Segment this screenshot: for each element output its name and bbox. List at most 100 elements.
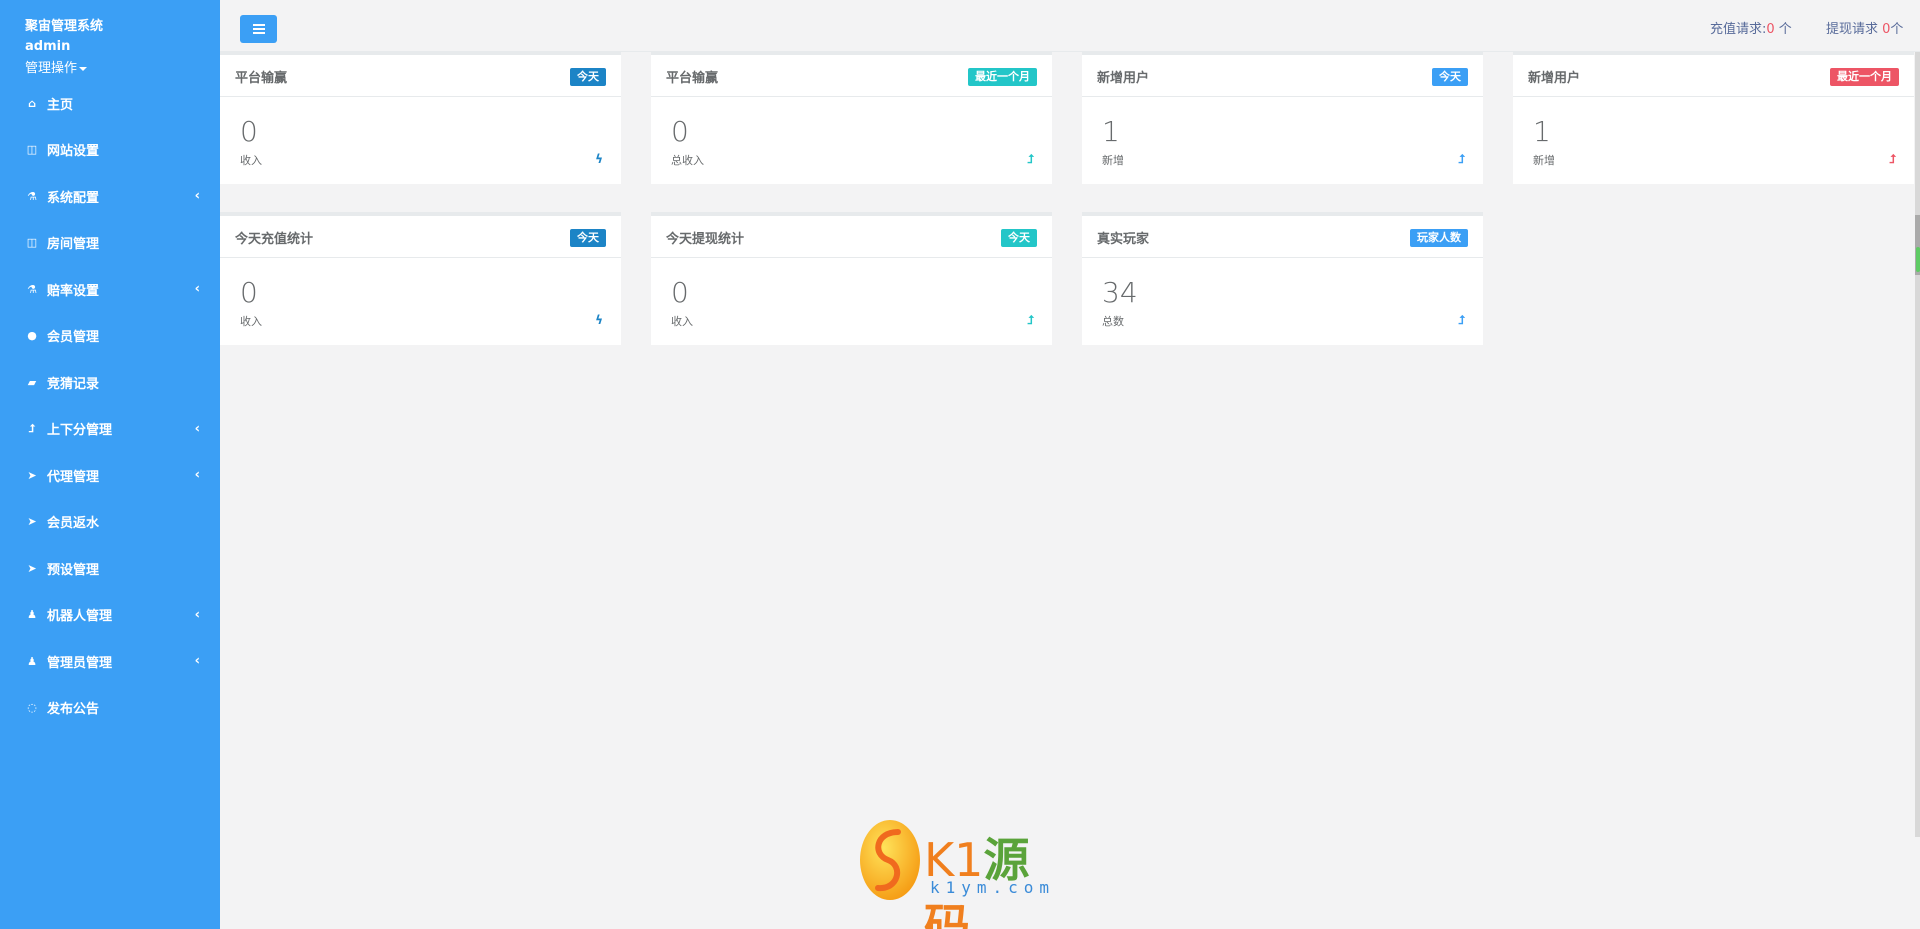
sidebar-item-label: 上下分管理 xyxy=(47,423,113,439)
card-title: 今天充值统计 xyxy=(235,232,314,247)
level-up-icon: ⮥ xyxy=(1457,152,1465,166)
card-badge: 最近一个月 xyxy=(1830,68,1899,86)
card-subtitle: 收入 xyxy=(240,154,262,167)
user-ops-label: 管理操作 xyxy=(25,61,78,76)
card-header: 平台输赢 最近一个月 xyxy=(651,55,1052,97)
card-header: 新增用户 最近一个月 xyxy=(1513,55,1914,97)
sidebar-item-6[interactable]: ● 会员管理 xyxy=(0,313,220,360)
card-value: 0 xyxy=(240,276,258,309)
card-subtitle: 总数 xyxy=(1102,315,1124,328)
chevron-left-icon: ‹ xyxy=(194,421,200,437)
sidebar-item-11[interactable]: ➤ 预设管理 xyxy=(0,545,220,592)
level-up-icon: ⮥ xyxy=(1026,152,1034,166)
withdraw-label: 提现请求 xyxy=(1826,22,1883,37)
watermark-logo: K1源码 k1ym.com xyxy=(858,818,1068,929)
sidebar-item-label: 发布公告 xyxy=(47,702,100,718)
sidebar-item-8[interactable]: ⮥ 上下分管理 ‹ xyxy=(0,406,220,453)
card-badge: 今天 xyxy=(1432,68,1468,86)
sidebar-item-label: 管理员管理 xyxy=(47,655,113,671)
watermark-ma: 码 xyxy=(924,899,970,929)
card-title: 真实玩家 xyxy=(1097,232,1150,247)
chevron-left-icon: ‹ xyxy=(194,188,200,204)
sidebar-item-label: 房间管理 xyxy=(47,237,100,253)
scrollbar[interactable] xyxy=(1915,52,1920,837)
sidebar-item-label: 系统配置 xyxy=(47,190,100,206)
user-name: admin xyxy=(25,39,71,54)
sidebar-nav: ⌂ 主页 ◫ 网站设置 ⚗ 系统配置 ‹ ◫ 房间管理 ⚗ 赔率设置 ‹ ● 会员管理 ▰ 竞猜记录 ⮥ 上下分管… xyxy=(0,80,220,731)
sidebar-item-3[interactable]: ⚗ 系统配置 ‹ xyxy=(0,173,220,220)
home-icon: ⌂ xyxy=(28,96,36,110)
male-icon: ♟ xyxy=(27,654,37,668)
withdraw-request-link[interactable]: 提现请求 0个 xyxy=(1826,18,1903,37)
card-header: 今天充值统计 今天 xyxy=(220,216,621,258)
card-subtitle: 总收入 xyxy=(671,154,704,167)
paper-plane-icon: ➤ xyxy=(27,561,37,575)
card-value: 0 xyxy=(671,115,689,148)
level-up-icon: ⮥ xyxy=(1026,313,1034,327)
sidebar-item-label: 主页 xyxy=(47,97,74,113)
stat-card: 新增用户 最近一个月 1 新增 ⮥ xyxy=(1513,51,1914,184)
sidebar-item-label: 会员返水 xyxy=(47,516,100,532)
stat-card: 平台输赢 最近一个月 0 总收入 ⮥ xyxy=(651,51,1052,184)
columns-icon: ◫ xyxy=(26,236,38,250)
card-header: 新增用户 今天 xyxy=(1082,55,1483,97)
sidebar-item-1[interactable]: ⌂ 主页 xyxy=(0,80,220,127)
card-subtitle: 收入 xyxy=(240,315,262,328)
card-header: 真实玩家 玩家人数 xyxy=(1082,216,1483,258)
sidebar-item-label: 网站设置 xyxy=(47,144,100,160)
card-badge: 今天 xyxy=(570,229,606,247)
columns-icon: ◫ xyxy=(26,143,38,157)
card-badge: 今天 xyxy=(1001,229,1037,247)
recharge-label: 充值请求: xyxy=(1710,22,1767,37)
card-title: 新增用户 xyxy=(1528,71,1581,86)
stat-card: 今天充值统计 今天 0 收入 ϟ xyxy=(220,212,621,345)
level-up-icon: ⮥ xyxy=(1888,152,1896,166)
sidebar-item-label: 机器人管理 xyxy=(47,609,113,625)
watermark-emblem-icon xyxy=(860,820,920,900)
card-value: 1 xyxy=(1533,115,1551,148)
level-up-icon: ⮥ xyxy=(28,421,36,435)
card-value: 34 xyxy=(1102,276,1138,309)
flask-icon: ⚗ xyxy=(27,282,37,296)
sidebar-item-14[interactable]: ◌ 发布公告 xyxy=(0,685,220,732)
card-badge: 玩家人数 xyxy=(1410,229,1468,247)
top-navbar: 充值请求:0 个 提现请求 0个 xyxy=(220,0,1920,52)
card-value: 0 xyxy=(671,276,689,309)
card-value: 1 xyxy=(1102,115,1120,148)
paper-plane-icon: ➤ xyxy=(27,468,37,482)
card-subtitle: 收入 xyxy=(671,315,693,328)
menu-toggle-button[interactable] xyxy=(240,15,277,43)
card-title: 新增用户 xyxy=(1097,71,1150,86)
user-icon: ● xyxy=(27,329,37,343)
recharge-request-link[interactable]: 充值请求:0 个 xyxy=(1710,18,1792,37)
bolt-icon: ϟ xyxy=(595,152,603,166)
sidebar-item-2[interactable]: ◫ 网站设置 xyxy=(0,127,220,174)
sidebar-item-label: 赔率设置 xyxy=(47,283,100,299)
sidebar-item-13[interactable]: ♟ 管理员管理 ‹ xyxy=(0,638,220,685)
sidebar-item-label: 代理管理 xyxy=(47,469,100,485)
watermark-url: k1ym.com xyxy=(930,878,1056,897)
sidebar-item-9[interactable]: ➤ 代理管理 ‹ xyxy=(0,452,220,499)
recharge-count: 0 xyxy=(1766,22,1775,37)
chevron-left-icon: ‹ xyxy=(194,607,200,623)
sidebar-item-7[interactable]: ▰ 竞猜记录 xyxy=(0,359,220,406)
sidebar-item-12[interactable]: ♟ 机器人管理 ‹ xyxy=(0,592,220,639)
withdraw-unit: 个 xyxy=(1890,22,1904,37)
card-title: 平台输赢 xyxy=(235,71,288,86)
sidebar-item-label: 竞猜记录 xyxy=(47,376,100,392)
flask-icon: ⚗ xyxy=(27,189,37,203)
card-header: 平台输赢 今天 xyxy=(220,55,621,97)
user-ops-dropdown[interactable]: 管理操作 xyxy=(25,57,88,76)
sidebar-item-4[interactable]: ◫ 房间管理 xyxy=(0,220,220,267)
stat-card: 今天提现统计 今天 0 收入 ⮥ xyxy=(651,212,1052,345)
sidebar-item-label: 预设管理 xyxy=(47,562,100,578)
bolt-icon: ϟ xyxy=(595,313,603,327)
sidebar-item-5[interactable]: ⚗ 赔率设置 ‹ xyxy=(0,266,220,313)
sidebar-item-10[interactable]: ➤ 会员返水 xyxy=(0,499,220,546)
chevron-left-icon: ‹ xyxy=(194,653,200,669)
card-subtitle: 新增 xyxy=(1533,154,1555,167)
card-title: 今天提现统计 xyxy=(666,232,745,247)
card-title: 平台输赢 xyxy=(666,71,719,86)
sidebar: 聚宙管理系统 admin 管理操作 ⌂ 主页 ◫ 网站设置 ⚗ 系统配置 ‹ ◫ 房间管理 ⚗ 赔率… xyxy=(0,0,220,929)
chevron-left-icon: ‹ xyxy=(194,281,200,297)
